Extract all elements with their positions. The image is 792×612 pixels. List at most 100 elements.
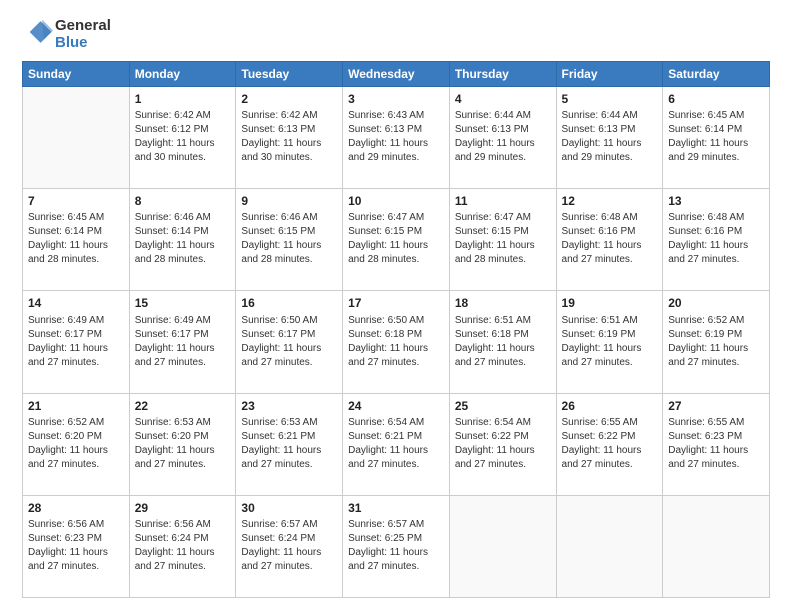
logo-blue: Blue: [55, 35, 111, 52]
calendar-cell: 26 Sunrise: 6:55 AM Sunset: 6:22 PM Dayli…: [556, 393, 663, 495]
day-number: 21: [28, 398, 124, 414]
day-number: 12: [562, 193, 658, 209]
calendar-cell: 19Sunrise: 6:51 AM Sunset: 6:19 PM Dayli…: [556, 291, 663, 393]
day-number: 27: [668, 398, 764, 414]
day-info: Sunrise: 6:50 AM Sunset: 6:17 PM Dayligh…: [241, 314, 337, 370]
calendar-header-row: SundayMondayTuesdayWednesdayThursdayFrid…: [23, 62, 770, 87]
day-number: 14: [28, 295, 124, 311]
day-info: Sunrise: 6:44 AM Sunset: 6:13 PM Dayligh…: [562, 109, 658, 165]
day-number: 16: [241, 295, 337, 311]
calendar-cell: 20 Sunrise: 6:52 AM Sunset: 6:19 PM Dayli…: [663, 291, 770, 393]
day-info: Sunrise: 6:45 AM Sunset: 6:14 PM Dayligh…: [28, 211, 124, 267]
day-info: Sunrise: 6:43 AM Sunset: 6:13 PM Dayligh…: [348, 109, 444, 165]
calendar-cell: [663, 495, 770, 597]
day-info: Sunrise: 6:44 AM Sunset: 6:13 PM Dayligh…: [455, 109, 551, 165]
calendar-cell: 7 Sunrise: 6:45 AM Sunset: 6:14 PM Daylig…: [23, 189, 130, 291]
calendar-cell: 31Sunrise: 6:57 AM Sunset: 6:25 PM Dayli…: [343, 495, 450, 597]
page: General Blue SundayMondayTuesdayWednesda…: [0, 0, 792, 612]
day-info: Sunrise: 6:53 AM Sunset: 6:21 PM Dayligh…: [241, 416, 337, 472]
col-header-friday: Friday: [556, 62, 663, 87]
day-number: 10: [348, 193, 444, 209]
day-number: 8: [135, 193, 231, 209]
calendar-cell: 29 Sunrise: 6:56 AM Sunset: 6:24 PM Dayli…: [129, 495, 236, 597]
day-number: 23: [241, 398, 337, 414]
day-number: 22: [135, 398, 231, 414]
calendar-cell: 15 Sunrise: 6:49 AM Sunset: 6:17 PM Dayli…: [129, 291, 236, 393]
col-header-monday: Monday: [129, 62, 236, 87]
day-info: Sunrise: 6:57 AM Sunset: 6:25 PM Dayligh…: [348, 518, 444, 574]
logo-general: General: [55, 18, 111, 35]
day-info: Sunrise: 6:54 AM Sunset: 6:22 PM Dayligh…: [455, 416, 551, 472]
day-info: Sunrise: 6:52 AM Sunset: 6:19 PM Dayligh…: [668, 314, 764, 370]
day-number: 20: [668, 295, 764, 311]
calendar-cell: 13 Sunrise: 6:48 AM Sunset: 6:16 PM Dayli…: [663, 189, 770, 291]
calendar-cell: 9 Sunrise: 6:46 AM Sunset: 6:15 PM Daylig…: [236, 189, 343, 291]
day-number: 30: [241, 500, 337, 516]
day-number: 26: [562, 398, 658, 414]
day-number: 13: [668, 193, 764, 209]
calendar-cell: 18 Sunrise: 6:51 AM Sunset: 6:18 PM Dayli…: [449, 291, 556, 393]
day-info: Sunrise: 6:42 AM Sunset: 6:12 PM Dayligh…: [135, 109, 231, 165]
day-info: Sunrise: 6:55 AM Sunset: 6:22 PM Dayligh…: [562, 416, 658, 472]
col-header-saturday: Saturday: [663, 62, 770, 87]
calendar-table: SundayMondayTuesdayWednesdayThursdayFrid…: [22, 61, 770, 598]
day-info: Sunrise: 6:47 AM Sunset: 6:15 PM Dayligh…: [455, 211, 551, 267]
day-info: Sunrise: 6:50 AM Sunset: 6:18 PM Dayligh…: [348, 314, 444, 370]
calendar-cell: [556, 495, 663, 597]
calendar-cell: [449, 495, 556, 597]
day-info: Sunrise: 6:49 AM Sunset: 6:17 PM Dayligh…: [28, 314, 124, 370]
calendar-cell: 12 Sunrise: 6:48 AM Sunset: 6:16 PM Dayli…: [556, 189, 663, 291]
calendar-cell: 24Sunrise: 6:54 AM Sunset: 6:21 PM Dayli…: [343, 393, 450, 495]
calendar-cell: 11 Sunrise: 6:47 AM Sunset: 6:15 PM Dayli…: [449, 189, 556, 291]
day-info: Sunrise: 6:52 AM Sunset: 6:20 PM Dayligh…: [28, 416, 124, 472]
day-number: 3: [348, 91, 444, 107]
day-number: 9: [241, 193, 337, 209]
day-number: 29: [135, 500, 231, 516]
day-info: Sunrise: 6:48 AM Sunset: 6:16 PM Dayligh…: [668, 211, 764, 267]
day-info: Sunrise: 6:57 AM Sunset: 6:24 PM Dayligh…: [241, 518, 337, 574]
calendar-cell: 17Sunrise: 6:50 AM Sunset: 6:18 PM Dayli…: [343, 291, 450, 393]
calendar-week-4: 21 Sunrise: 6:52 AM Sunset: 6:20 PM Dayli…: [23, 393, 770, 495]
calendar-cell: 6Sunrise: 6:45 AM Sunset: 6:14 PM Daylig…: [663, 87, 770, 189]
day-number: 15: [135, 295, 231, 311]
calendar-week-5: 28 Sunrise: 6:56 AM Sunset: 6:23 PM Dayli…: [23, 495, 770, 597]
day-number: 19: [562, 295, 658, 311]
calendar-cell: 16 Sunrise: 6:50 AM Sunset: 6:17 PM Dayli…: [236, 291, 343, 393]
col-header-wednesday: Wednesday: [343, 62, 450, 87]
day-info: Sunrise: 6:51 AM Sunset: 6:18 PM Dayligh…: [455, 314, 551, 370]
calendar-cell: 8 Sunrise: 6:46 AM Sunset: 6:14 PM Daylig…: [129, 189, 236, 291]
calendar-cell: 23 Sunrise: 6:53 AM Sunset: 6:21 PM Dayli…: [236, 393, 343, 495]
calendar-cell: [23, 87, 130, 189]
day-info: Sunrise: 6:56 AM Sunset: 6:24 PM Dayligh…: [135, 518, 231, 574]
col-header-thursday: Thursday: [449, 62, 556, 87]
day-number: 4: [455, 91, 551, 107]
day-info: Sunrise: 6:48 AM Sunset: 6:16 PM Dayligh…: [562, 211, 658, 267]
logo-icon: [25, 18, 53, 46]
calendar-cell: 4 Sunrise: 6:44 AM Sunset: 6:13 PM Daylig…: [449, 87, 556, 189]
day-number: 24: [348, 398, 444, 414]
day-number: 1: [135, 91, 231, 107]
day-info: Sunrise: 6:42 AM Sunset: 6:13 PM Dayligh…: [241, 109, 337, 165]
calendar-cell: 3 Sunrise: 6:43 AM Sunset: 6:13 PM Daylig…: [343, 87, 450, 189]
day-info: Sunrise: 6:46 AM Sunset: 6:15 PM Dayligh…: [241, 211, 337, 267]
calendar-cell: 25 Sunrise: 6:54 AM Sunset: 6:22 PM Dayli…: [449, 393, 556, 495]
day-number: 25: [455, 398, 551, 414]
calendar-week-1: 1 Sunrise: 6:42 AM Sunset: 6:12 PM Daylig…: [23, 87, 770, 189]
day-number: 2: [241, 91, 337, 107]
day-info: Sunrise: 6:49 AM Sunset: 6:17 PM Dayligh…: [135, 314, 231, 370]
day-number: 7: [28, 193, 124, 209]
header: General Blue: [22, 18, 770, 51]
day-number: 11: [455, 193, 551, 209]
day-info: Sunrise: 6:45 AM Sunset: 6:14 PM Dayligh…: [668, 109, 764, 165]
day-info: Sunrise: 6:46 AM Sunset: 6:14 PM Dayligh…: [135, 211, 231, 267]
day-number: 5: [562, 91, 658, 107]
calendar-week-3: 14 Sunrise: 6:49 AM Sunset: 6:17 PM Dayli…: [23, 291, 770, 393]
day-number: 18: [455, 295, 551, 311]
day-info: Sunrise: 6:56 AM Sunset: 6:23 PM Dayligh…: [28, 518, 124, 574]
calendar-cell: 27Sunrise: 6:55 AM Sunset: 6:23 PM Dayli…: [663, 393, 770, 495]
calendar-cell: 21 Sunrise: 6:52 AM Sunset: 6:20 PM Dayli…: [23, 393, 130, 495]
calendar-week-2: 7 Sunrise: 6:45 AM Sunset: 6:14 PM Daylig…: [23, 189, 770, 291]
calendar-cell: 10Sunrise: 6:47 AM Sunset: 6:15 PM Dayli…: [343, 189, 450, 291]
col-header-tuesday: Tuesday: [236, 62, 343, 87]
day-number: 28: [28, 500, 124, 516]
